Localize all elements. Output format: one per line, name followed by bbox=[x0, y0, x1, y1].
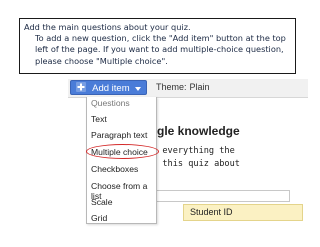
form-description-line: y everything the bbox=[152, 146, 235, 156]
chevron-down-icon bbox=[135, 87, 141, 91]
add-item-dropdown-menu: Questions Text Paragraph text Multiple c… bbox=[86, 97, 157, 224]
menu-item-multiple-choice[interactable]: Multiple choice bbox=[91, 147, 148, 157]
theme-selector[interactable]: Theme: Plain bbox=[156, 81, 210, 94]
instruction-heading: Add the main questions about your quiz. bbox=[24, 22, 191, 32]
form-title[interactable]: gle knowledge bbox=[157, 124, 240, 138]
add-item-button[interactable]: Add item bbox=[70, 80, 147, 95]
menu-heading: Questions bbox=[91, 98, 130, 108]
menu-item-text[interactable]: Text bbox=[91, 114, 107, 124]
menu-item-scale[interactable]: Scale bbox=[91, 197, 113, 207]
form-description-line: e this quiz about bbox=[152, 159, 240, 169]
plus-icon bbox=[76, 82, 86, 92]
menu-item-checkboxes[interactable]: Checkboxes bbox=[91, 164, 138, 174]
theme-value: Plain bbox=[189, 82, 210, 92]
tutorial-slide: Add the main questions about your quiz. … bbox=[0, 0, 320, 247]
instruction-body: To add a new question, click the "Add it… bbox=[35, 33, 286, 66]
student-id-field[interactable]: Student ID bbox=[183, 204, 303, 221]
theme-label: Theme: bbox=[156, 82, 187, 92]
menu-item-grid[interactable]: Grid bbox=[91, 213, 107, 223]
instruction-box: Add the main questions about your quiz. … bbox=[19, 18, 296, 74]
menu-item-paragraph-text[interactable]: Paragraph text bbox=[91, 130, 147, 140]
form-input-box[interactable] bbox=[150, 190, 290, 202]
add-item-label: Add item bbox=[92, 83, 130, 94]
editor-toolbar: Add item Theme: Plain bbox=[68, 79, 308, 98]
